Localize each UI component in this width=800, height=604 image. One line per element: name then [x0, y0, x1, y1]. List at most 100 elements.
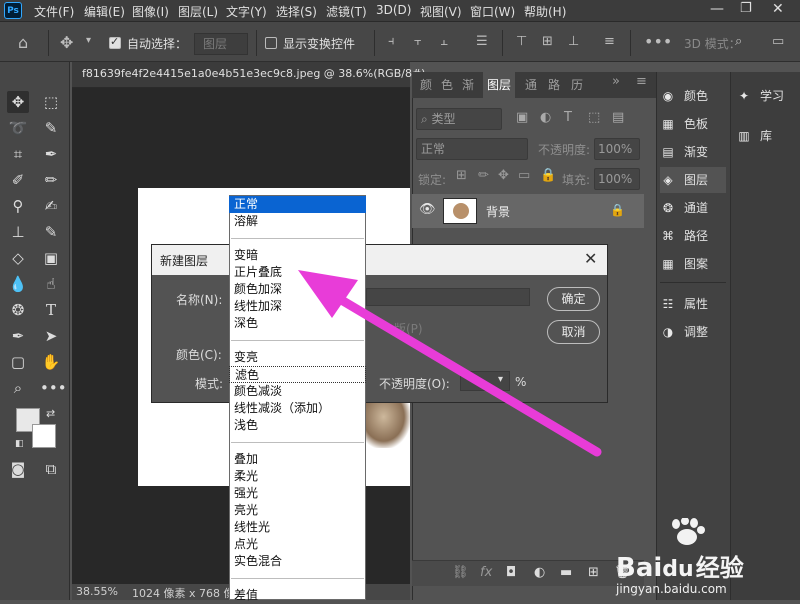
fill-input[interactable]: 100%: [594, 168, 640, 190]
crop-tool-icon[interactable]: ⌗: [7, 143, 29, 165]
dodge-tool-icon[interactable]: ❂: [7, 299, 29, 321]
blend-option-normal[interactable]: 正常: [229, 196, 366, 213]
panel-collapse-icon[interactable]: »: [612, 74, 620, 89]
tab-paths[interactable]: 路: [548, 76, 560, 93]
path-select-tool-icon[interactable]: ➤: [40, 325, 62, 347]
dock-item-color[interactable]: ◉ 颜色: [660, 83, 726, 109]
gradient-tool-icon[interactable]: ▣: [40, 247, 62, 269]
lock-position-icon[interactable]: ✥: [498, 168, 509, 183]
default-colors-icon[interactable]: ◧: [15, 439, 24, 449]
blend-option-vivid-light[interactable]: 亮光: [229, 502, 366, 519]
blend-option-screen[interactable]: 滤色: [229, 366, 366, 383]
tab-swatches[interactable]: 色: [441, 76, 453, 93]
auto-select-dropdown[interactable]: 图层: [194, 33, 248, 55]
hand-tool-icon[interactable]: ✋: [40, 351, 62, 373]
move-tool-icon[interactable]: ✥: [7, 91, 29, 113]
align-center-icon[interactable]: ⫟: [414, 34, 422, 49]
swap-colors-icon[interactable]: ⇄: [46, 407, 55, 420]
visibility-eye-icon[interactable]: 👁: [419, 202, 436, 217]
menu-image[interactable]: 图像(I): [132, 3, 169, 20]
layer-style-icon[interactable]: fx: [480, 565, 492, 580]
blend-option-color-burn[interactable]: 颜色加深: [229, 281, 366, 298]
screen-mode-icon[interactable]: ⧉: [40, 458, 62, 480]
blend-option-linear-burn[interactable]: 线性加深: [229, 298, 366, 315]
align-middle-icon[interactable]: ⊞: [542, 34, 553, 49]
lock-all-icon[interactable]: 🔒: [540, 168, 556, 183]
dock-item-swatches[interactable]: ▦ 色板: [660, 111, 726, 137]
type-tool-icon[interactable]: T: [40, 299, 62, 321]
align-right-icon[interactable]: ⫠: [440, 34, 448, 49]
dock-item-learn[interactable]: ✦ 学习: [736, 83, 796, 109]
menu-view[interactable]: 视图(V): [420, 3, 462, 20]
marquee-tool-icon[interactable]: ⬚: [40, 91, 62, 113]
minimize-icon[interactable]: —: [710, 1, 724, 17]
layer-filter-input[interactable]: ⌕ 类型: [416, 108, 502, 130]
menu-edit[interactable]: 编辑(E): [84, 3, 125, 20]
dock-item-channels[interactable]: ❂ 通道: [660, 195, 726, 221]
eyedropper-tool-icon[interactable]: ✒: [40, 143, 62, 165]
blur-tool-icon[interactable]: 💧: [7, 273, 29, 295]
tab-gradients[interactable]: 渐: [462, 76, 474, 93]
dock-item-layers[interactable]: ◈ 图层: [660, 167, 726, 193]
lock-artboard-icon[interactable]: ▭: [518, 168, 530, 183]
distribute-icon[interactable]: ☰: [476, 34, 488, 49]
home-icon[interactable]: ⌂: [18, 33, 28, 52]
distribute-vertical-icon[interactable]: ≡: [604, 34, 615, 49]
new-group-icon[interactable]: ▬: [560, 565, 572, 580]
auto-select-checkbox[interactable]: [109, 35, 121, 49]
blend-option-lighter-color[interactable]: 浅色: [229, 417, 366, 434]
background-color-swatch[interactable]: [32, 424, 56, 448]
history-brush-tool-icon[interactable]: ✍: [40, 195, 62, 217]
blend-option-pin-light[interactable]: 点光: [229, 536, 366, 553]
tab-layers[interactable]: 图层: [483, 72, 516, 98]
move-tool-icon[interactable]: ✥: [60, 33, 73, 52]
stamp-tool-icon[interactable]: ⊥: [7, 221, 29, 243]
dock-item-libraries[interactable]: ▥ 库: [736, 123, 796, 149]
lock-transparency-icon[interactable]: ⊞: [456, 168, 467, 183]
dialog-close-icon[interactable]: ✕: [584, 249, 597, 268]
cancel-button[interactable]: 取消: [547, 320, 600, 344]
layer-lock-icon[interactable]: 🔒: [610, 203, 625, 217]
zoom-tool-icon[interactable]: ⌕: [7, 377, 29, 399]
menu-layer[interactable]: 图层(L): [178, 3, 218, 20]
blend-mode-select[interactable]: 正常: [416, 138, 528, 160]
filter-type-icon[interactable]: T: [564, 110, 572, 125]
smudge-tool-icon[interactable]: ☝: [40, 273, 62, 295]
align-left-icon[interactable]: ⫞: [388, 34, 395, 49]
close-icon[interactable]: ✕: [772, 1, 784, 17]
blend-option-linear-dodge[interactable]: 线性减淡（添加）: [229, 400, 366, 417]
blend-option-darken[interactable]: 变暗: [229, 247, 366, 264]
blend-option-multiply[interactable]: 正片叠底: [229, 264, 366, 281]
dock-item-gradients[interactable]: ▤ 渐变: [660, 139, 726, 165]
filter-shape-icon[interactable]: ⬚: [588, 110, 600, 125]
document-tab[interactable]: f81639fe4f2e4415e1a0e4b51e3ec9c8.jpeg @ …: [72, 62, 425, 88]
brush-tool-icon[interactable]: ✏: [40, 169, 62, 191]
align-top-icon[interactable]: ⊤: [516, 34, 527, 49]
art-brush-tool-icon[interactable]: ✎: [40, 221, 62, 243]
shape-tool-icon[interactable]: ▢: [7, 351, 29, 373]
dock-item-patterns[interactable]: ▦ 图案: [660, 251, 726, 277]
adjustment-layer-icon[interactable]: ◐: [534, 565, 545, 580]
blend-option-color-dodge[interactable]: 颜色减淡: [229, 383, 366, 400]
show-transform-checkbox[interactable]: [265, 37, 277, 49]
filter-smart-icon[interactable]: ▤: [612, 110, 624, 125]
dock-item-paths[interactable]: ⌘ 路径: [660, 223, 726, 249]
healing-brush-tool-icon[interactable]: ✐: [7, 169, 29, 191]
menu-3d[interactable]: 3D(D): [376, 3, 411, 17]
panel-menu-icon[interactable]: ≡: [636, 74, 647, 89]
eraser-tool-icon[interactable]: ◇: [7, 247, 29, 269]
align-bottom-icon[interactable]: ⊥: [568, 34, 579, 49]
ok-button[interactable]: 确定: [547, 287, 600, 311]
pen-tool-icon[interactable]: ✒: [7, 325, 29, 347]
blend-option-linear-light[interactable]: 线性光: [229, 519, 366, 536]
blend-option-darker-color[interactable]: 深色: [229, 315, 366, 332]
add-mask-icon[interactable]: ◘: [506, 565, 516, 580]
menu-select[interactable]: 选择(S): [276, 3, 317, 20]
quick-mask-icon[interactable]: ◙: [7, 458, 29, 480]
lock-paint-icon[interactable]: ✏: [478, 168, 489, 183]
opacity-input[interactable]: 100%: [594, 138, 640, 160]
more-tools-icon[interactable]: •••: [40, 377, 67, 399]
blend-option-hard-mix[interactable]: 实色混合: [229, 553, 366, 570]
new-layer-icon[interactable]: ⊞: [588, 565, 599, 580]
quick-select-tool-icon[interactable]: ✎: [40, 117, 62, 139]
